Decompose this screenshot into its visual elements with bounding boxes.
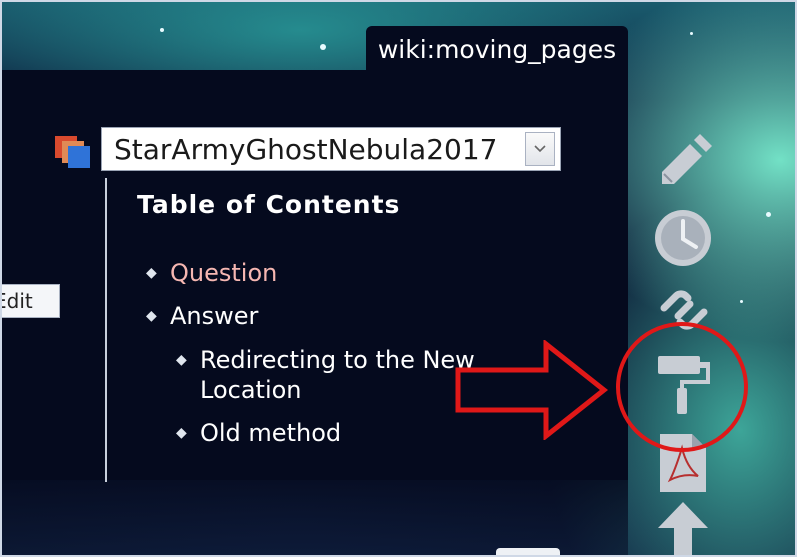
star-decoration: [766, 212, 771, 217]
page-id-label: wiki:moving_pages: [377, 34, 617, 64]
edit-button[interactable]: Edit: [0, 284, 60, 318]
star-decoration: [320, 44, 326, 50]
toc-title: Table of Contents: [137, 190, 401, 219]
toc-item-label: Old method: [200, 419, 342, 447]
toc-border: [105, 178, 107, 482]
toc-item-redirecting[interactable]: ◆ Redirecting to the New Location: [176, 345, 475, 405]
toc-item-answer[interactable]: ◆ Answer: [146, 301, 259, 331]
toc-item-label: Redirecting to the New: [200, 346, 475, 374]
bullet-icon: ◆: [176, 425, 187, 441]
toc-item-question[interactable]: ◆ Question: [146, 258, 278, 288]
bullet-icon: ◆: [176, 352, 187, 368]
annotation-circle: [616, 322, 748, 452]
pencil-icon[interactable]: [652, 134, 714, 196]
star-decoration: [740, 300, 743, 303]
toc-item-label: Question: [170, 259, 278, 287]
content-panel-footer: [0, 480, 628, 557]
bottom-tab-fragment: [496, 548, 560, 557]
namespace-select-value: StarArmyGhostNebula2017: [114, 132, 498, 166]
chevron-down-icon[interactable]: [525, 132, 555, 166]
toc-item-label-continued: Location: [200, 376, 302, 404]
page-id-tab: wiki:moving_pages: [366, 26, 628, 72]
star-decoration: [160, 28, 164, 32]
toc-item-old-method[interactable]: ◆ Old method: [176, 418, 342, 448]
edit-button-label: Edit: [0, 289, 33, 313]
namespace-select[interactable]: StarArmyGhostNebula2017: [101, 127, 561, 171]
clock-icon[interactable]: [652, 207, 714, 269]
star-decoration: [690, 32, 693, 35]
annotation-arrow: [455, 340, 609, 440]
toc-item-label: Answer: [170, 302, 259, 330]
bullet-icon: ◆: [146, 308, 157, 324]
wiki-logo-icon: [55, 136, 90, 168]
bullet-icon: ◆: [146, 265, 157, 281]
arrow-up-icon[interactable]: [656, 500, 710, 557]
